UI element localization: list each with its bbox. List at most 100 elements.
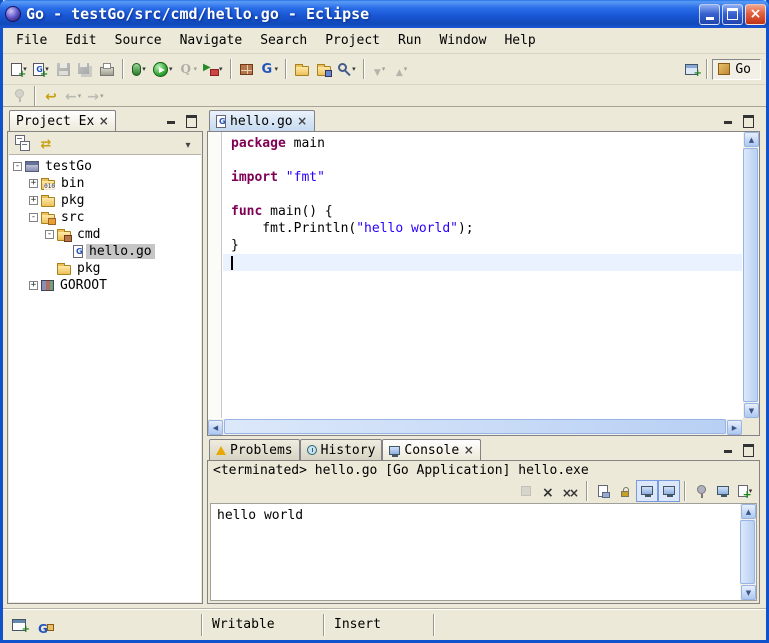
code-line[interactable]: package main — [231, 135, 742, 152]
console-output[interactable]: hello world ▲ ▼ — [210, 503, 757, 601]
scroll-left-icon[interactable]: ◀ — [208, 420, 223, 435]
close-window-button[interactable]: × — [745, 4, 766, 25]
code-line[interactable] — [231, 152, 742, 169]
tree-item-goroot[interactable]: +GOROOT — [9, 277, 201, 294]
expander-icon[interactable]: - — [45, 230, 54, 239]
next-annotation-button[interactable]: ▾ — [369, 58, 391, 80]
show-stderr-console-button[interactable] — [658, 480, 680, 502]
forward-button[interactable]: ▾ — [84, 85, 106, 107]
scrollbar-thumb[interactable] — [743, 148, 758, 402]
new-go-element-button[interactable]: ▾ — [30, 58, 52, 80]
code-line[interactable]: fmt.Println("hello world"); — [231, 220, 742, 237]
tree-item-pkg[interactable]: +pkg — [9, 192, 201, 209]
menu-project[interactable]: Project — [316, 30, 389, 51]
new-go-app-button[interactable]: ▾ — [258, 58, 282, 80]
open-type-button[interactable] — [291, 58, 313, 80]
pin-console-button[interactable] — [690, 480, 712, 502]
search-button[interactable]: ▾ — [335, 58, 359, 80]
code-line[interactable]: func main() { — [231, 203, 742, 220]
scroll-down-icon[interactable]: ▼ — [744, 403, 759, 418]
scrollbar-thumb[interactable] — [224, 419, 726, 434]
menu-window[interactable]: Window — [430, 30, 495, 51]
scrollbar-thumb[interactable] — [740, 520, 755, 584]
debug-button[interactable]: ▾ — [128, 58, 150, 80]
pin-editor-button[interactable] — [8, 85, 30, 107]
new-wizard-button[interactable]: ▾ — [8, 58, 30, 80]
expander-icon[interactable]: + — [29, 179, 38, 188]
collapse-all-button[interactable] — [11, 132, 33, 154]
editor-horizontal-scrollbar[interactable]: ◀ ▶ — [208, 419, 742, 435]
remove-launch-button[interactable] — [537, 480, 559, 502]
expander-icon[interactable]: - — [29, 213, 38, 222]
tab-history[interactable]: History — [300, 439, 383, 460]
expander-icon[interactable]: - — [13, 162, 22, 171]
go-launch-button[interactable] — [34, 614, 56, 636]
show-stdout-console-button[interactable] — [636, 480, 658, 502]
back-button[interactable]: ▾ — [62, 85, 84, 107]
external-tools-button[interactable]: ▾ — [200, 58, 226, 80]
fast-view-button[interactable] — [8, 614, 30, 636]
print-button[interactable] — [96, 58, 118, 80]
scroll-down-icon[interactable]: ▼ — [741, 585, 756, 600]
titlebar[interactable]: Go - testGo/src/cmd/hello.go - Eclipse × — [0, 0, 769, 28]
expander-icon[interactable]: + — [29, 281, 38, 290]
tab-project-explorer[interactable]: Project Ex — [9, 110, 116, 131]
save-button[interactable] — [52, 58, 74, 80]
close-editor-icon[interactable] — [297, 114, 308, 129]
tab-console[interactable]: Console — [382, 439, 481, 460]
open-resource-button[interactable] — [313, 58, 335, 80]
maximize-view-button[interactable] — [183, 113, 199, 127]
view-menu-button[interactable] — [177, 132, 199, 154]
code-line[interactable] — [231, 186, 742, 203]
menu-edit[interactable]: Edit — [56, 30, 105, 51]
tree-item-bin[interactable]: +bin — [9, 175, 201, 192]
new-go-package-button[interactable] — [236, 58, 258, 80]
tree-item-src[interactable]: -src — [9, 209, 201, 226]
menu-navigate[interactable]: Navigate — [171, 30, 252, 51]
maximize-editor-button[interactable] — [740, 113, 756, 127]
menu-search[interactable]: Search — [251, 30, 316, 51]
remove-all-launches-button[interactable] — [559, 480, 582, 502]
menu-run[interactable]: Run — [389, 30, 430, 51]
open-perspective-button[interactable] — [680, 58, 702, 80]
close-view-icon[interactable] — [98, 114, 109, 129]
last-edit-location-button[interactable] — [40, 85, 62, 107]
code-line[interactable] — [223, 254, 742, 271]
code-area[interactable]: package main import "fmt" func main() { fm… — [223, 132, 742, 418]
maximize-console-button[interactable] — [740, 442, 756, 456]
code-line[interactable]: import "fmt" — [231, 169, 742, 186]
code-line[interactable]: } — [231, 237, 742, 254]
terminate-button[interactable] — [515, 480, 537, 502]
tab-hello-go[interactable]: hello.go — [209, 110, 315, 131]
open-console-button[interactable]: ▾ — [734, 480, 756, 502]
annotation-ruler[interactable] — [208, 132, 222, 418]
tree-item-testgo[interactable]: -testGo — [9, 158, 201, 175]
minimize-console-button[interactable] — [720, 442, 736, 456]
scroll-right-icon[interactable]: ▶ — [727, 420, 742, 435]
tree-item-cmd[interactable]: -cmd — [9, 226, 201, 243]
expander-icon[interactable]: + — [29, 196, 38, 205]
scroll-lock-button[interactable] — [614, 480, 636, 502]
menu-file[interactable]: File — [7, 30, 56, 51]
tab-problems[interactable]: Problems — [209, 439, 300, 460]
tree-item-pkg[interactable]: pkg — [9, 260, 201, 277]
link-with-editor-button[interactable] — [35, 132, 57, 154]
console-vertical-scrollbar[interactable]: ▲ ▼ — [740, 504, 756, 600]
menu-help[interactable]: Help — [495, 30, 544, 51]
scroll-up-icon[interactable]: ▲ — [741, 504, 756, 519]
save-all-button[interactable] — [74, 58, 96, 80]
minimize-editor-button[interactable] — [720, 113, 736, 127]
profile-button[interactable]: ▾ — [176, 58, 201, 80]
close-tab-icon[interactable] — [463, 443, 474, 458]
minimize-view-button[interactable] — [163, 113, 179, 127]
perspective-go-button[interactable]: Go — [712, 59, 761, 80]
minimize-window-button[interactable] — [699, 4, 720, 25]
maximize-window-button[interactable] — [722, 4, 743, 25]
run-button[interactable]: ▾ — [150, 58, 176, 80]
editor-vertical-scrollbar[interactable]: ▲ ▼ — [743, 132, 759, 418]
tree-item-hello-go[interactable]: hello.go — [9, 243, 201, 260]
previous-annotation-button[interactable]: ▾ — [391, 58, 413, 80]
clear-console-button[interactable] — [592, 480, 614, 502]
menu-source[interactable]: Source — [106, 30, 171, 51]
display-selected-console-button[interactable] — [712, 480, 734, 502]
